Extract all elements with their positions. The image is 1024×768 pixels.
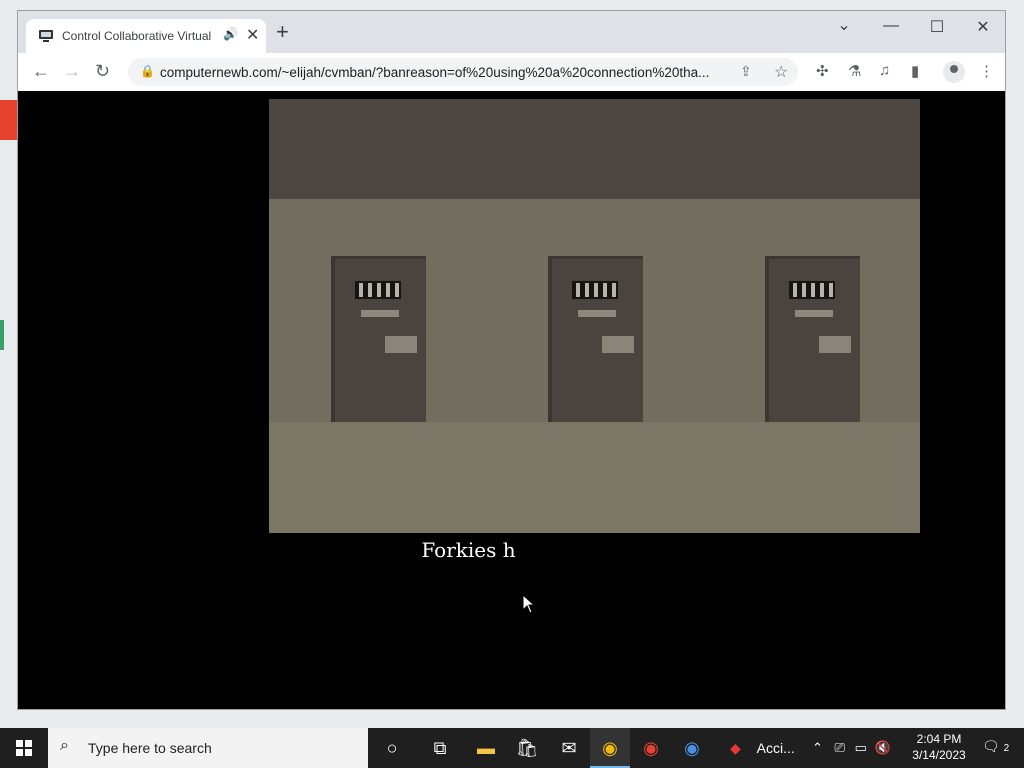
acci-app-label: Acci...	[756, 740, 795, 756]
notification-center-icon[interactable]: 🗨 2	[982, 738, 1009, 755]
system-tray: ⌃ ⎚ ▭ 🔇	[812, 728, 891, 768]
door-food-slot	[385, 336, 417, 353]
scene-floor	[269, 422, 920, 533]
media-control-icon[interactable]: ♫	[879, 62, 890, 79]
meet-now-icon[interactable]: ⎚	[835, 740, 845, 755]
side-panel-icon[interactable]: ▮	[911, 62, 919, 80]
notification-count: 2	[1003, 743, 1010, 754]
labs-flask-icon[interactable]: ⚗	[848, 62, 861, 80]
forward-button[interactable]: →	[63, 61, 81, 82]
share-icon[interactable]: ⇪	[740, 63, 752, 80]
taskbar-search[interactable]: ⌕ Type here to search	[48, 728, 368, 768]
computer-favicon-icon	[39, 30, 53, 42]
address-bar[interactable]: 🔒 computernewb.com/~elijah/cvmban/?banre…	[128, 58, 798, 86]
caption-text: Forkies h	[421, 538, 516, 562]
address-url[interactable]: computernewb.com/~elijah/cvmban/?banreas…	[160, 65, 730, 80]
mouse-cursor-icon	[522, 594, 536, 614]
reload-button[interactable]: ↻	[95, 61, 110, 82]
minimize-button[interactable]: —	[871, 17, 911, 35]
tab-search-button[interactable]: ⌄	[824, 15, 864, 35]
file-explorer-icon[interactable]: ▬	[466, 728, 506, 768]
mail-icon[interactable]: ✉	[549, 728, 589, 768]
door-food-slot	[819, 336, 851, 353]
volume-muted-icon[interactable]: 🔇	[874, 740, 890, 755]
tab-title: Control Collaborative Virtual	[62, 29, 212, 43]
close-window-button[interactable]: ✕	[963, 17, 1003, 37]
desktop-edge-red	[0, 100, 18, 140]
door-grille	[355, 281, 401, 299]
search-placeholder[interactable]: Type here to search	[88, 740, 212, 756]
maximize-button[interactable]: ☐	[917, 17, 957, 37]
door-nameplate	[795, 310, 833, 317]
clock-date: 3/14/2023	[912, 748, 966, 762]
extensions-icon[interactable]: ✣	[816, 62, 829, 80]
tab-bar: Control Collaborative Virtual 🔊 ✕ + ⌄ — …	[18, 11, 1005, 53]
taskbar-clock[interactable]: 2:04 PM 3/14/2023	[904, 731, 974, 763]
acci-app-icon: ◆	[730, 740, 741, 756]
browser-toolbar: ← → ↻ 🔒 computernewb.com/~elijah/cvmban/…	[18, 53, 1005, 92]
browser-window: Control Collaborative Virtual 🔊 ✕ + ⌄ — …	[17, 10, 1006, 710]
clock-time: 2:04 PM	[916, 732, 962, 746]
browser-tab[interactable]: Control Collaborative Virtual 🔊 ✕	[26, 19, 266, 53]
profile-avatar[interactable]	[943, 61, 965, 83]
cell-door	[765, 256, 860, 422]
windows-start-icon[interactable]	[0, 728, 48, 768]
door-grille	[789, 281, 835, 299]
chromium-icon[interactable]: ◉	[672, 728, 712, 768]
network-icon[interactable]: ▭	[855, 740, 867, 755]
bookmark-star-icon[interactable]: ☆	[774, 62, 788, 82]
menu-kebab-icon[interactable]: ⋮	[979, 62, 994, 80]
lock-icon[interactable]: 🔒	[140, 64, 155, 78]
notification-icon: 🗨	[982, 738, 1000, 754]
vm-screen-scene[interactable]	[269, 99, 920, 533]
store-icon[interactable]: 🛍	[507, 728, 547, 768]
tab-close-icon[interactable]: ✕	[246, 25, 259, 45]
cortana-icon[interactable]: ○	[372, 728, 412, 768]
search-icon: ⌕	[60, 737, 69, 754]
scene-caption: Forkies h	[18, 538, 1005, 562]
taskbar-app-acci[interactable]: ◆ Acci...	[730, 728, 810, 768]
new-tab-button[interactable]: +	[276, 21, 289, 43]
cell-door	[331, 256, 426, 422]
desktop-edge-green	[0, 320, 4, 350]
door-food-slot	[602, 336, 634, 353]
door-grille	[572, 281, 618, 299]
task-view-icon[interactable]: ⧉	[420, 728, 460, 768]
back-button[interactable]: ←	[32, 61, 50, 82]
cell-door	[548, 256, 643, 422]
scene-ceiling	[269, 99, 920, 199]
chevron-up-icon[interactable]: ⌃	[812, 740, 823, 755]
door-nameplate	[578, 310, 616, 317]
door-nameplate	[361, 310, 399, 317]
taskbar: ⌕ Type here to search ○ ⧉ ▬ 🛍 ✉ ◉ ◉ ◉ ◆ …	[0, 728, 1024, 768]
chrome-icon[interactable]: ◉	[631, 728, 671, 768]
chrome-canary-icon[interactable]: ◉	[590, 728, 630, 768]
speaker-icon[interactable]: 🔊	[223, 27, 238, 41]
page-content: Forkies h	[18, 91, 1005, 709]
